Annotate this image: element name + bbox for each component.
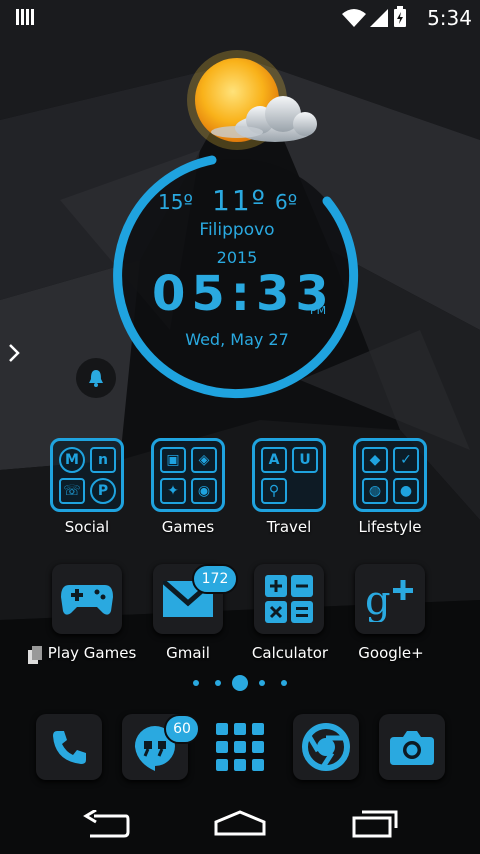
page-indicator [193,675,287,691]
app-label-calculator: Calculator [251,644,329,662]
city-name: Filippovo [199,220,275,240]
pinterest-icon: P [90,478,116,504]
app-icon: n [90,447,116,473]
messenger-icon: M [59,447,85,473]
folder-games[interactable]: ▣ ◈ ✦ ◉ [151,438,225,512]
check-icon: ✓ [393,447,419,473]
app-icon: ● [393,478,419,504]
folder-lifestyle[interactable]: ◆ ✓ ◍ ● [353,438,427,512]
app-drawer-button[interactable] [207,714,273,780]
svg-text:g: g [365,578,391,622]
gmail-badge: 172 [192,564,238,594]
bell-icon [89,370,103,387]
temp-current: 11º [212,184,267,217]
folder-label-games: Games [161,518,215,536]
gamepad-icon [61,585,113,615]
app-label-google-plus: Google+ [358,644,424,662]
game-icon: ▣ [160,447,186,473]
folder-social[interactable]: M n ☏ P [50,438,124,512]
camera-button[interactable] [379,714,445,780]
signal-icon [370,9,388,27]
app-drawer-icon [216,723,264,771]
folder-label-travel: Travel [266,518,312,536]
google-plus-button[interactable]: g [355,564,425,634]
clock-time: 05:33 [152,266,335,322]
folder-travel[interactable]: A U ⚲ [252,438,326,512]
whatsapp-icon: ☏ [59,478,85,504]
year-label: 2015 [216,248,258,267]
calculator-icon [265,575,313,623]
folder-label-lifestyle: Lifestyle [358,518,422,536]
folder-label-social: Social [64,518,110,536]
calculator-button[interactable] [254,564,324,634]
phone-button[interactable] [36,714,102,780]
app-icon: ◆ [362,447,388,473]
back-icon [83,808,130,838]
chrome-icon [302,723,350,771]
notification-icon [16,9,34,29]
partly-cloudy-icon [187,50,317,150]
status-time: 5:34 [427,6,472,30]
clock-date: Wed, May 27 [185,330,289,349]
battery-charging-icon [394,6,406,27]
navigation-bar [0,796,480,854]
app-label-gmail: Gmail [166,644,210,662]
map-pin-icon: ⚲ [261,478,287,504]
game-icon: ◉ [191,478,217,504]
phone-icon [53,731,86,764]
play-games-button[interactable] [52,564,122,634]
game-icon: ◈ [191,447,217,473]
translate-icon: A [261,447,287,473]
chevron-right-icon[interactable] [6,342,22,368]
status-bar: 5:34 [0,0,480,34]
camera-icon [390,731,434,765]
app-icon: U [292,447,318,473]
weather-clock-widget[interactable]: 15º 11º 6º Filippovo 2015 05:33 PM Wed, … [92,146,382,408]
back-button[interactable] [82,808,130,842]
home-icon [214,810,266,836]
recents-icon [352,810,398,838]
hangouts-badge: 60 [164,714,200,744]
clock-ampm: PM [310,304,327,317]
planet-icon: ◍ [362,478,388,504]
game-icon: ✦ [160,478,186,504]
temp-high: 6º [275,190,298,214]
chrome-button[interactable] [293,714,359,780]
notification-bell-button[interactable] [76,358,116,398]
temp-low: 15º [158,190,193,214]
recents-button[interactable] [352,808,398,842]
wifi-icon [342,9,366,27]
home-button[interactable] [214,810,266,840]
google-plus-icon: g [365,578,413,622]
